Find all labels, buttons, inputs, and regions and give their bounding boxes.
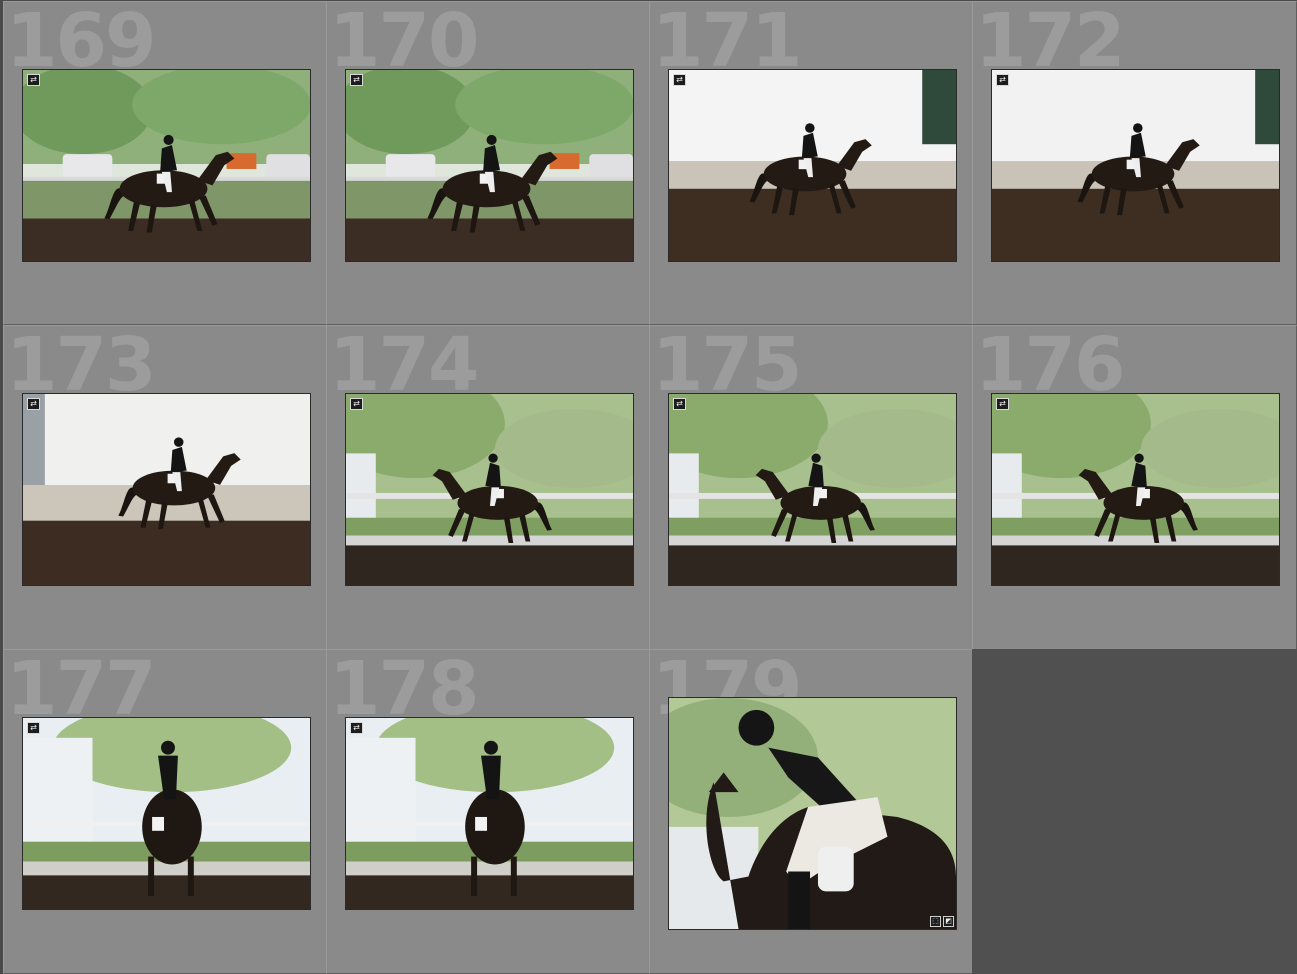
sync-arrows-icon[interactable]: ⇄ (996, 74, 1009, 86)
photo-thumbnail[interactable]: ⇄ (22, 717, 311, 910)
cell-number: 173 (6, 325, 156, 408)
grid-cell[interactable]: 174 ⇄ (326, 325, 650, 650)
cell-number: 171 (652, 1, 802, 84)
sync-arrows-icon[interactable]: ⇄ (350, 74, 363, 86)
cell-number: 177 (6, 649, 156, 732)
sync-arrows-icon[interactable]: ⇄ (27, 398, 40, 410)
photo-thumbnail[interactable]: ⇄ (668, 69, 957, 262)
sync-arrows-icon[interactable]: ⇄ (27, 722, 40, 734)
grid-cell[interactable]: 169 ⇄ (3, 1, 327, 325)
photo-thumbnail[interactable]: ⬚ ◩ (668, 697, 957, 930)
sync-arrows-icon[interactable]: ⇄ (27, 74, 40, 86)
adjust-icon[interactable]: ◩ (943, 916, 954, 927)
cell-number: 169 (6, 1, 156, 84)
cell-number: 174 (329, 325, 479, 408)
grid-cell[interactable]: 179 ⬚ ◩ (649, 649, 973, 974)
photo-thumbnail[interactable]: ⇄ (668, 393, 957, 586)
sync-arrows-icon[interactable]: ⇄ (673, 398, 686, 410)
cell-number: 176 (975, 325, 1125, 408)
grid-cell[interactable]: 177 ⇄ (3, 649, 327, 974)
cell-number: 175 (652, 325, 802, 408)
empty-grid-area (972, 649, 1297, 974)
grid-cell[interactable]: 173 ⇄ (3, 325, 327, 650)
sync-arrows-icon[interactable]: ⇄ (350, 722, 363, 734)
grid-cell[interactable]: 172 ⇄ (972, 1, 1297, 325)
photo-thumbnail[interactable]: ⇄ (345, 69, 634, 262)
grid-cell[interactable]: 178 ⇄ (326, 649, 650, 974)
sync-arrows-icon[interactable]: ⇄ (996, 398, 1009, 410)
photo-thumbnail[interactable]: ⇄ (991, 69, 1280, 262)
grid-cell[interactable]: 175 ⇄ (649, 325, 973, 650)
photo-thumbnail[interactable]: ⇄ (345, 393, 634, 586)
grid-cell[interactable]: 170 ⇄ (326, 1, 650, 325)
cell-number: 172 (975, 1, 1125, 84)
photo-thumbnail[interactable]: ⇄ (22, 393, 311, 586)
crop-icon[interactable]: ⬚ (930, 916, 941, 927)
filmstrip-grid: 169 ⇄ 170 ⇄ 171 ⇄ 172 ⇄ 173 ⇄ 174 ⇄ 175 … (0, 0, 1297, 974)
thumbnail-badges: ⬚ ◩ (930, 916, 954, 927)
photo-thumbnail[interactable]: ⇄ (345, 717, 634, 910)
grid-cell[interactable]: 176 ⇄ (972, 325, 1297, 650)
photo-thumbnail[interactable]: ⇄ (991, 393, 1280, 586)
grid-cell[interactable]: 171 ⇄ (649, 1, 973, 325)
cell-number: 170 (329, 1, 479, 84)
sync-arrows-icon[interactable]: ⇄ (350, 398, 363, 410)
cell-number: 178 (329, 649, 479, 732)
photo-thumbnail[interactable]: ⇄ (22, 69, 311, 262)
sync-arrows-icon[interactable]: ⇄ (673, 74, 686, 86)
